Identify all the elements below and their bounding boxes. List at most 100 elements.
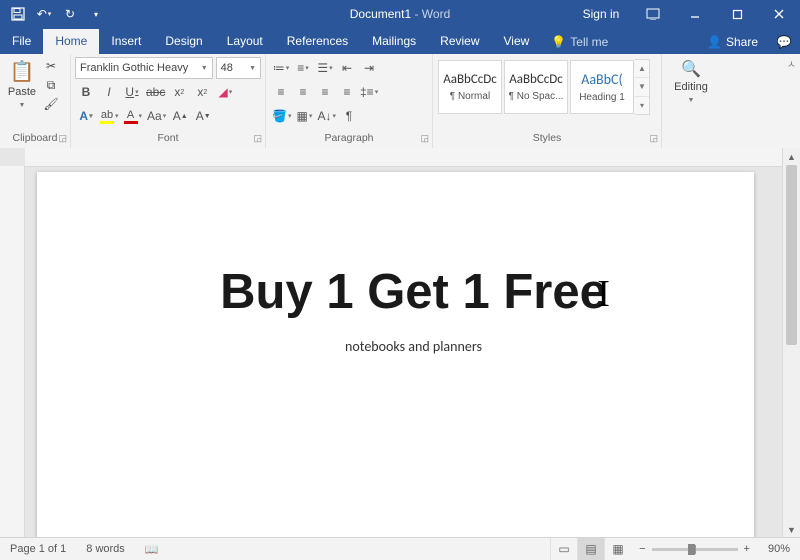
scroll-down-icon[interactable]: ▼ [783, 521, 800, 538]
styles-more-icon[interactable]: ▾ [635, 97, 649, 114]
zoom-level[interactable]: 90% [758, 543, 800, 555]
tab-home[interactable]: Home [43, 29, 99, 54]
align-center-button[interactable]: ≡ [292, 82, 314, 102]
format-painter-button[interactable]: 🖌 [42, 95, 60, 113]
group-clipboard: 📋 Paste▼ ✂ ⧉ 🖌 Clipboard◲ [0, 54, 71, 148]
document-headline[interactable]: Buy 1 Get 1 FreeI [220, 264, 607, 320]
align-right-button[interactable]: ≡ [314, 82, 336, 102]
justify-button[interactable]: ≡ [336, 82, 358, 102]
word-count[interactable]: 8 words [76, 543, 135, 555]
shading-button[interactable]: 🪣 [270, 106, 293, 126]
horizontal-ruler[interactable] [25, 148, 782, 167]
sort-button[interactable]: A↓ [315, 106, 338, 126]
tab-design[interactable]: Design [153, 29, 214, 54]
ribbon-tabs: File Home Insert Design Layout Reference… [0, 28, 800, 54]
web-layout-button[interactable]: ▦ [604, 538, 631, 560]
zoom-slider[interactable] [652, 548, 738, 551]
bold-button[interactable]: B [75, 82, 97, 102]
qat-customize-button[interactable]: ▾ [84, 2, 108, 26]
clear-formatting-button[interactable]: ◢ [214, 82, 236, 102]
page-indicator[interactable]: Page 1 of 1 [0, 543, 76, 555]
tab-references[interactable]: References [275, 29, 360, 54]
highlight-button[interactable]: ab [98, 106, 121, 126]
styles-dialog-launcher[interactable]: ◲ [649, 133, 658, 144]
editing-button[interactable]: 🔍 Editing▼ [673, 57, 709, 132]
styles-up-icon[interactable]: ▲ [635, 60, 649, 78]
borders-button[interactable]: ▦ [293, 106, 315, 126]
title-right: Sign in [570, 0, 800, 28]
font-label: Font [157, 132, 178, 144]
close-button[interactable] [758, 0, 800, 28]
text-effects-button[interactable]: A [75, 106, 97, 126]
paste-button[interactable]: 📋 Paste▼ [4, 57, 40, 132]
tab-mailings[interactable]: Mailings [360, 29, 428, 54]
scroll-up-icon[interactable]: ▲ [783, 148, 800, 165]
font-size-combo[interactable]: 48▼ [216, 57, 261, 79]
numbering-button[interactable]: ≡ [292, 58, 314, 78]
page[interactable]: Buy 1 Get 1 FreeI notebooks and planners [37, 172, 754, 538]
align-left-button[interactable]: ≡ [270, 82, 292, 102]
clipboard-icon: 📋 [4, 59, 40, 84]
bullets-button[interactable]: ≔ [270, 58, 292, 78]
print-layout-button[interactable]: ▤ [577, 538, 604, 560]
zoom-in-button[interactable]: + [744, 543, 750, 555]
tell-me-search[interactable]: 💡Tell me [541, 30, 618, 54]
subscript-button[interactable]: x2 [168, 82, 190, 102]
redo-button[interactable]: ↻ [58, 2, 82, 26]
styles-down-icon[interactable]: ▼ [635, 78, 649, 96]
app-name: Word [422, 7, 450, 21]
comments-button[interactable]: 💬 [768, 30, 800, 54]
shrink-font-button[interactable]: A▼ [192, 106, 214, 126]
ribbon: ㅅ 📋 Paste▼ ✂ ⧉ 🖌 Clipboard◲ Franklin Got… [0, 54, 800, 149]
strikethrough-button[interactable]: abc [144, 82, 167, 102]
scroll-thumb[interactable] [786, 165, 797, 345]
doc-name: Document1 [350, 7, 411, 21]
find-icon: 🔍 [673, 59, 709, 79]
save-button[interactable] [6, 2, 30, 26]
document-subtext[interactable]: notebooks and planners [133, 338, 694, 355]
sign-in-button[interactable]: Sign in [570, 0, 632, 28]
grow-font-button[interactable]: A▲ [169, 106, 191, 126]
tab-review[interactable]: Review [428, 29, 491, 54]
minimize-button[interactable] [674, 0, 716, 28]
quick-access-toolbar: ↶▾ ↻ ▾ [0, 2, 108, 26]
group-styles: AaBbCcDc¶ Normal AaBbCcDc¶ No Spac... Aa… [433, 54, 662, 148]
change-case-button[interactable]: Aa [145, 106, 168, 126]
tab-view[interactable]: View [492, 29, 542, 54]
title-bar: ↶▾ ↻ ▾ Document1 - Word Sign in [0, 0, 800, 28]
document-area: Buy 1 Get 1 FreeI notebooks and planners [25, 148, 782, 538]
font-name-combo[interactable]: Franklin Gothic Heavy▼ [75, 57, 213, 79]
decrease-indent-button[interactable]: ⇤ [336, 58, 358, 78]
multilevel-list-button[interactable]: ☰ [314, 58, 336, 78]
proofing-button[interactable]: 📖 [135, 543, 169, 556]
increase-indent-button[interactable]: ⇥ [358, 58, 380, 78]
paragraph-label: Paragraph [324, 132, 373, 144]
vertical-ruler[interactable] [0, 166, 25, 538]
style-heading1[interactable]: AaBbC(Heading 1 [570, 60, 634, 114]
copy-button[interactable]: ⧉ [42, 76, 60, 94]
zoom-out-button[interactable]: − [639, 543, 645, 555]
style-normal[interactable]: AaBbCcDc¶ Normal [438, 60, 502, 114]
vertical-scrollbar[interactable]: ▲ ▼ [782, 148, 800, 538]
style-no-spacing[interactable]: AaBbCcDc¶ No Spac... [504, 60, 568, 114]
cut-button[interactable]: ✂ [42, 57, 60, 75]
superscript-button[interactable]: x2 [191, 82, 213, 102]
clipboard-dialog-launcher[interactable]: ◲ [58, 133, 67, 144]
font-color-button[interactable]: A [122, 106, 145, 126]
show-marks-button[interactable]: ¶ [338, 106, 360, 126]
paragraph-dialog-launcher[interactable]: ◲ [420, 133, 429, 144]
collapse-ribbon-button[interactable]: ㅅ [787, 56, 796, 71]
undo-button[interactable]: ↶▾ [32, 2, 56, 26]
tab-file[interactable]: File [0, 29, 43, 54]
line-spacing-button[interactable]: ‡≡ [358, 82, 380, 102]
share-button[interactable]: 👤Share [697, 30, 768, 54]
font-dialog-launcher[interactable]: ◲ [253, 133, 262, 144]
underline-button[interactable]: U [121, 82, 143, 102]
tab-layout[interactable]: Layout [215, 29, 275, 54]
italic-button[interactable]: I [98, 82, 120, 102]
maximize-button[interactable] [716, 0, 758, 28]
styles-gallery-nav[interactable]: ▲▼▾ [635, 59, 650, 115]
ribbon-display-options-button[interactable] [632, 0, 674, 28]
read-mode-button[interactable]: ▭ [550, 538, 577, 560]
tab-insert[interactable]: Insert [99, 29, 153, 54]
